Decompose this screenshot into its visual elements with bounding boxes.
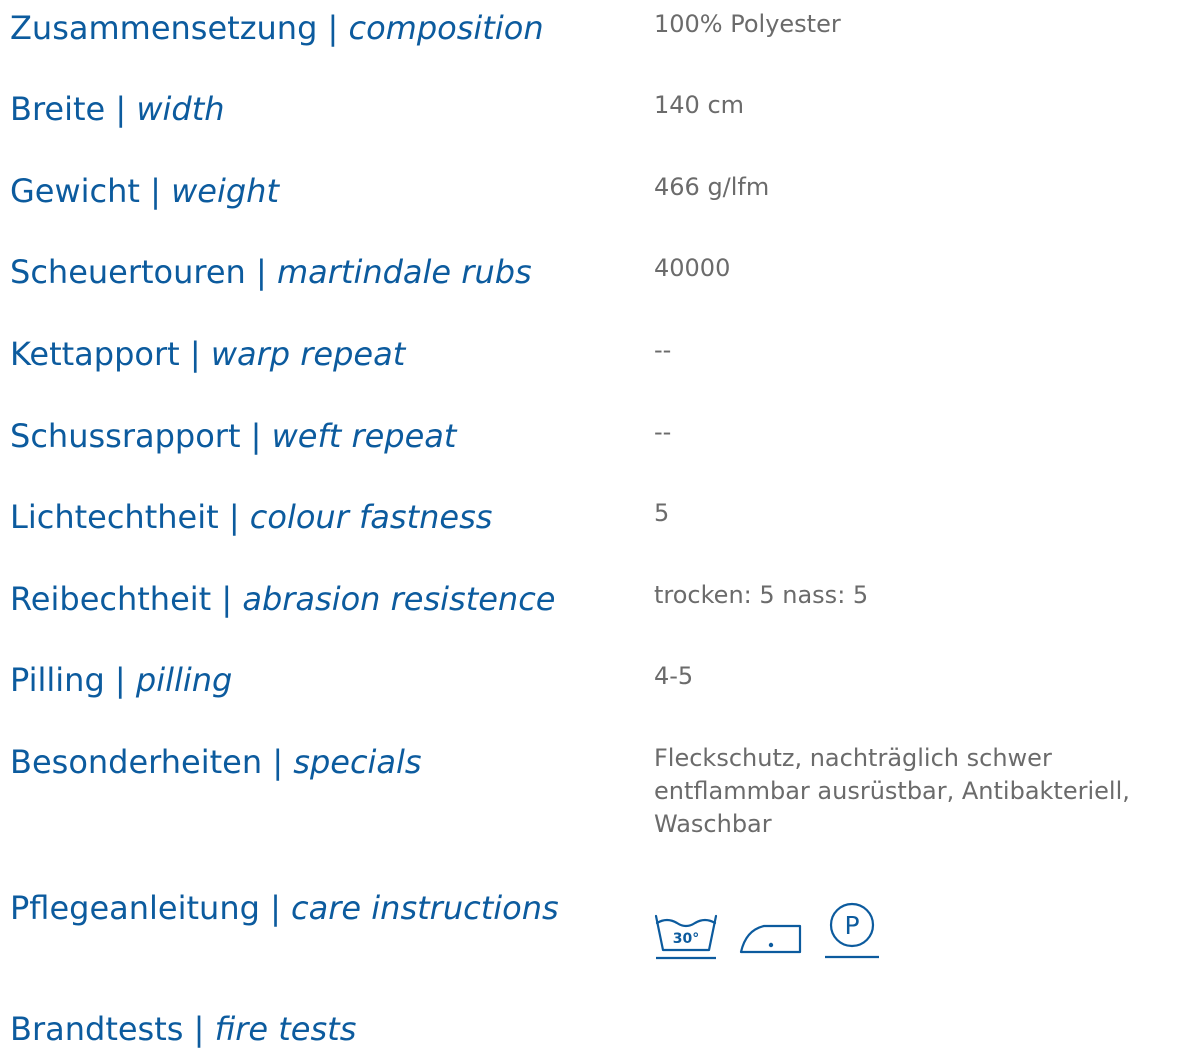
dry-clean-p-icon: P	[825, 902, 879, 959]
spec-label: Besonderheiten | specials	[10, 740, 422, 784]
spec-label: Pilling | pilling	[10, 658, 232, 702]
spec-value: 40000	[654, 254, 731, 282]
label-de: Pilling	[10, 661, 105, 699]
spec-label: Breite | width	[10, 87, 225, 131]
label-en: specials	[293, 743, 422, 781]
label-de: Brandtests	[10, 1010, 184, 1048]
label-de: Breite	[10, 90, 106, 128]
label-en: care instructions	[291, 889, 559, 927]
label-separator: |	[179, 335, 211, 373]
care-icons: 30° P	[654, 900, 882, 960]
label-en: weight	[171, 172, 279, 210]
spec-value: 5	[654, 499, 670, 527]
label-de: Schussrapport	[10, 417, 241, 455]
label-separator: |	[317, 9, 349, 47]
label-de: Pflegeanleitung	[10, 889, 260, 927]
spec-value: --	[654, 418, 672, 446]
spec-value: 100% Polyester	[654, 10, 841, 38]
label-separator: |	[104, 661, 136, 699]
label-separator: |	[262, 743, 294, 781]
label-en: weft repeat	[271, 417, 457, 455]
label-separator: |	[211, 580, 243, 618]
label-en: abrasion resistence	[242, 580, 556, 618]
dry-clean-letter: P	[844, 911, 859, 940]
spec-value: 466 g/lfm	[654, 173, 770, 201]
spec-label: Scheuertouren | martindale rubs	[10, 250, 532, 294]
label-separator: |	[245, 253, 277, 291]
label-separator: |	[259, 889, 292, 927]
label-en: composition	[348, 9, 544, 47]
label-separator: |	[183, 1010, 215, 1048]
label-de: Scheuertouren	[10, 253, 246, 291]
spec-label: Schussrapport | weft repeat	[10, 414, 456, 458]
label-en: colour fastness	[249, 498, 493, 536]
label-separator: |	[105, 90, 137, 128]
label-en: width	[136, 90, 225, 128]
spec-label: Reibechtheit | abrasion resistence	[10, 577, 555, 621]
label-en: warp repeat	[210, 335, 406, 373]
spec-label: Pflegeanleitung | care instructions	[10, 886, 559, 930]
label-en: martindale rubs	[276, 253, 532, 291]
spec-label: Gewicht | weight	[10, 169, 279, 213]
label-de: Kettapport	[10, 335, 180, 373]
label-de: Besonderheiten	[10, 743, 263, 781]
wash-temp-label: 30°	[673, 931, 699, 947]
label-separator: |	[218, 498, 250, 536]
spec-value: 140 cm	[654, 91, 745, 119]
label-separator: |	[240, 417, 272, 455]
label-de: Gewicht	[10, 172, 140, 210]
label-de: Zusammensetzung	[10, 9, 318, 47]
spec-label: Kettapport | warp repeat	[10, 332, 405, 376]
spec-label: Lichtechtheit | colour fastness	[10, 495, 492, 539]
wash-30-icon: 30°	[654, 914, 718, 960]
label-de: Lichtechtheit	[10, 498, 219, 536]
spec-value: --	[654, 336, 672, 364]
label-en: pilling	[135, 661, 233, 699]
spec-value: trocken: 5 nass: 5	[654, 581, 869, 609]
label-en: fire tests	[214, 1010, 357, 1048]
iron-low-icon	[739, 924, 802, 954]
spec-label: Zusammensetzung | composition	[10, 6, 544, 50]
spec-value: 4-5	[654, 662, 694, 690]
label-de: Reibechtheit	[10, 580, 212, 618]
spec-label: Brandtests | fire tests	[10, 1007, 356, 1051]
label-separator: |	[139, 172, 172, 210]
spec-value: Fleckschutz, nachträglich schwer entflam…	[654, 744, 1130, 838]
